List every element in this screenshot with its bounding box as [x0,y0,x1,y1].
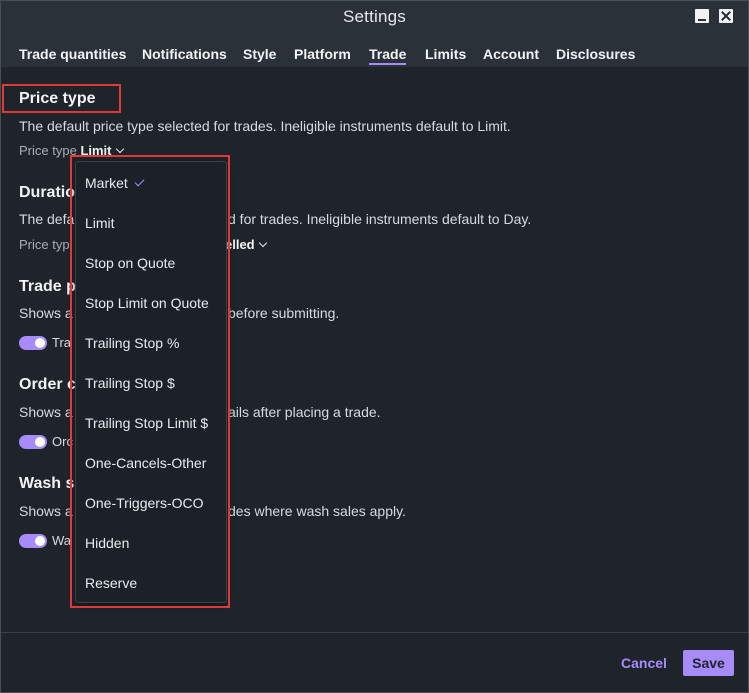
settings-window: Settings Trade quantities Notifications … [0,0,749,693]
order-confirmation-description-left: Shows a [19,404,73,420]
chevron-down-icon[interactable] [115,144,124,154]
price-type-title: Price type [19,90,96,107]
duration-setting[interactable]: elled [225,237,267,252]
chevron-down-icon[interactable] [258,238,267,248]
order-confirmation-description-right: ails after placing a trade. [228,404,381,420]
price-type-description: The default price type selected for trad… [19,118,511,134]
tab-notifications[interactable]: Notifications [142,46,227,62]
duration-description-right: d for trades. Ineligible instruments def… [228,211,532,227]
tab-trade[interactable]: Trade [369,46,407,65]
wash-sale-description-right: des where wash sales apply. [228,503,406,519]
wash-sale-description-left: Shows a [19,503,73,519]
minimize-icon[interactable] [695,9,709,23]
title-bar: Settings Trade quantities Notifications … [1,1,748,67]
tab-trade-quantities[interactable]: Trade quantities [19,46,126,62]
wash-sale-title: Wash s [19,475,75,492]
tab-limits[interactable]: Limits [425,46,466,62]
trade-preview-toggle-label: Tra [52,335,72,350]
duration-title: Duratio [19,184,75,201]
dropdown-highlight-box [70,155,230,608]
tab-platform[interactable]: Platform [294,46,351,62]
duration-label: Price typ [19,237,70,252]
wash-sale-toggle[interactable] [19,534,47,548]
trade-preview-toggle[interactable] [19,336,47,350]
wash-sale-toggle-label: Wa [52,533,72,548]
footer-divider [1,632,748,633]
trade-preview-description-left: Shows a [19,305,73,321]
order-confirmation-toggle[interactable] [19,435,47,449]
close-icon[interactable] [719,9,733,23]
duration-description-left: The defa [19,211,75,227]
tab-disclosures[interactable]: Disclosures [556,46,635,62]
trade-preview-description-right: before submitting. [228,305,340,321]
tab-style[interactable]: Style [243,46,276,62]
trade-preview-title: Trade p [19,278,76,295]
window-title: Settings [342,7,407,26]
order-confirmation-title: Order c [19,376,76,393]
price-type-label: Price type [19,143,77,158]
tab-account[interactable]: Account [483,46,539,62]
save-button[interactable]: Save [683,650,734,676]
cancel-button[interactable]: Cancel [621,655,667,671]
